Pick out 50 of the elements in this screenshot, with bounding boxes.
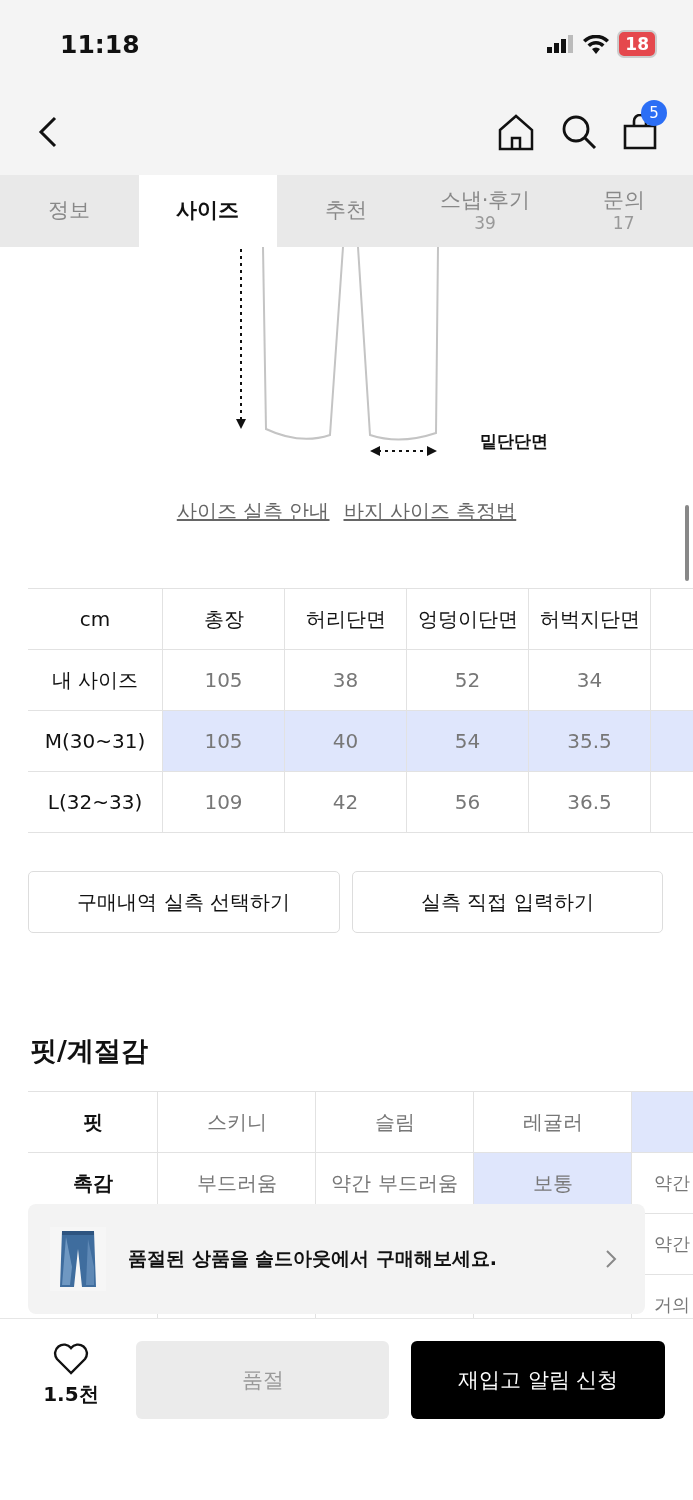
option-cell: 슬림 <box>315 1091 474 1153</box>
tab[interactable]: 정보 <box>0 175 139 247</box>
table-cell: 36.5 <box>528 771 651 833</box>
battery-level: 18 <box>617 30 657 58</box>
signal-icon <box>547 35 576 53</box>
size-label: 내 사이즈 <box>28 649 163 711</box>
hem-width-label: 밑단단면 <box>480 430 548 453</box>
table-cell: 38 <box>284 649 407 711</box>
table-cell: 109 <box>162 771 285 833</box>
tab[interactable]: 사이즈 <box>138 175 278 247</box>
measure-button[interactable]: 구매내역 실측 선택하기 <box>28 871 340 933</box>
restock-alert-button[interactable]: 재입고 알림 신청 <box>411 1341 665 1419</box>
table-cell: 40 <box>284 710 407 772</box>
table-cell: 34 <box>528 649 651 711</box>
tab[interactable]: 추천 <box>277 175 416 247</box>
banner-text: 품절된 상품을 솔드아웃에서 구매해보세요. <box>128 1246 499 1271</box>
soldout-banner[interactable]: 품절된 상품을 솔드아웃에서 구매해보세요. <box>28 1204 645 1314</box>
cart-count-badge: 5 <box>641 99 667 126</box>
tab[interactable]: 스냅·후기 39 <box>415 175 555 247</box>
row-label: 핏 <box>28 1091 158 1153</box>
search-icon[interactable] <box>561 113 597 150</box>
measure-button[interactable]: 실측 직접 입력하기 <box>351 871 663 933</box>
size-label: L(32~33) <box>28 771 163 833</box>
back-icon[interactable] <box>38 115 58 148</box>
table-cell: 105 <box>162 649 285 711</box>
column-header: 허벅지단면 <box>528 588 651 650</box>
heart-icon[interactable] <box>52 1343 89 1375</box>
size-label: M(30~31) <box>28 710 163 772</box>
table-cell: 105 <box>162 710 285 772</box>
guide-link[interactable]: 바지 사이즈 측정법 <box>343 498 517 538</box>
tab[interactable]: 문의 17 <box>554 175 693 247</box>
column-header: cm <box>28 588 163 650</box>
table-cell: 42 <box>284 771 407 833</box>
table-cell: 52 <box>406 649 529 711</box>
column-header: 허리단면 <box>284 588 407 650</box>
option-cell: 레귤러 <box>473 1091 632 1153</box>
column-header: 총장 <box>162 588 285 650</box>
option-cell: 스키니 <box>157 1091 316 1153</box>
hem-width-arrow <box>370 446 437 456</box>
status-time: 11:18 <box>60 29 140 59</box>
home-icon[interactable] <box>497 112 535 151</box>
section-title: 핏/계절감 <box>30 1034 149 1068</box>
chevron-right-icon <box>605 1249 617 1269</box>
like-count: 1.5천 <box>43 1381 99 1408</box>
table-cell: 54 <box>406 710 529 772</box>
column-header: 엉덩이단면 <box>406 588 529 650</box>
guide-link[interactable]: 사이즈 실측 안내 <box>176 498 330 538</box>
table-cell: 35.5 <box>528 710 651 772</box>
table-cell: 56 <box>406 771 529 833</box>
wifi-icon <box>583 34 610 54</box>
